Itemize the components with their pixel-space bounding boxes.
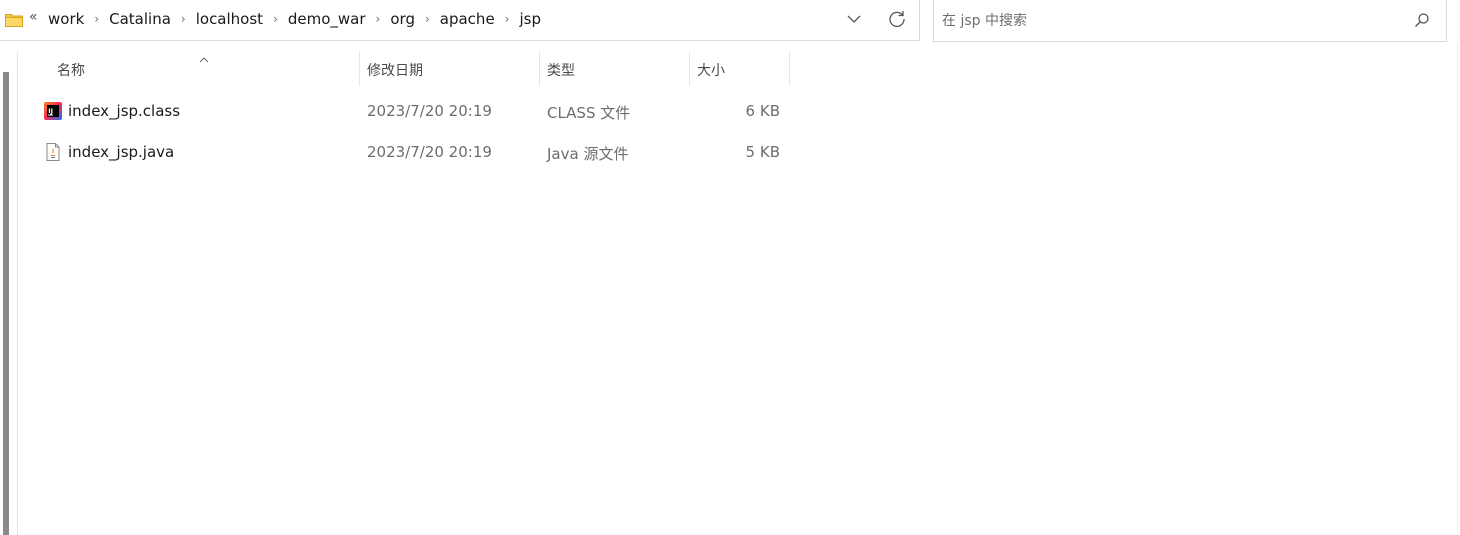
column-header-size[interactable]: 大小 xyxy=(690,52,790,86)
file-date-modified: 2023/7/20 20:19 xyxy=(367,143,492,161)
search-icon[interactable] xyxy=(1414,12,1430,32)
refresh-icon xyxy=(889,11,905,27)
window-right-edge xyxy=(1457,42,1458,535)
java-file-icon xyxy=(43,142,63,166)
breadcrumb: work › Catalina › localhost › demo_war ›… xyxy=(48,10,541,28)
breadcrumb-item-org[interactable]: org xyxy=(390,10,415,28)
search-input[interactable] xyxy=(942,10,1402,32)
file-row[interactable]: index_jsp.java 2023/7/20 20:19 Java 源文件 … xyxy=(40,134,800,170)
breadcrumb-item-jsp[interactable]: jsp xyxy=(519,10,541,28)
breadcrumb-item-catalina[interactable]: Catalina xyxy=(109,10,171,28)
search-box[interactable] xyxy=(933,0,1447,42)
intellij-class-icon: IJ xyxy=(43,101,63,125)
navigation-pane-scrollbar[interactable] xyxy=(0,52,18,535)
breadcrumb-item-localhost[interactable]: localhost xyxy=(196,10,263,28)
chevron-right-icon[interactable]: › xyxy=(376,12,381,26)
chevron-right-icon[interactable]: › xyxy=(425,12,430,26)
chevron-right-icon[interactable]: › xyxy=(94,12,99,26)
column-header-name[interactable]: 名称 xyxy=(50,52,360,86)
file-type: Java 源文件 xyxy=(547,145,629,163)
chevron-right-icon[interactable]: › xyxy=(273,12,278,26)
address-bar[interactable]: « work › Catalina › localhost › demo_war… xyxy=(0,0,920,41)
column-header-date-label: 修改日期 xyxy=(367,63,423,79)
column-header-type[interactable]: 类型 xyxy=(540,52,690,86)
folder-icon xyxy=(5,12,23,31)
column-header-date-modified[interactable]: 修改日期 xyxy=(360,52,540,86)
breadcrumb-item-apache[interactable]: apache xyxy=(440,10,495,28)
svg-text:IJ: IJ xyxy=(48,107,53,115)
file-size: 6 KB xyxy=(745,102,780,120)
chevron-right-icon[interactable]: › xyxy=(181,12,186,26)
breadcrumb-item-work[interactable]: work xyxy=(48,10,84,28)
breadcrumb-item-demo-war[interactable]: demo_war xyxy=(288,10,366,28)
file-row[interactable]: IJ index_jsp.class 2023/7/20 20:19 CLASS… xyxy=(40,93,800,129)
scrollbar-thumb[interactable] xyxy=(3,72,9,535)
column-header-size-label: 大小 xyxy=(697,63,725,79)
file-date-modified: 2023/7/20 20:19 xyxy=(367,102,492,120)
address-history-dropdown-button[interactable] xyxy=(846,11,862,31)
chevron-down-icon xyxy=(847,15,861,23)
file-size: 5 KB xyxy=(745,143,780,161)
refresh-button[interactable] xyxy=(887,9,907,33)
column-header-type-label: 类型 xyxy=(547,63,575,79)
file-name: index_jsp.class xyxy=(68,102,181,120)
chevron-right-icon[interactable]: › xyxy=(505,12,510,26)
file-name: index_jsp.java xyxy=(68,143,175,161)
column-header-name-label: 名称 xyxy=(57,63,85,79)
file-type: CLASS 文件 xyxy=(547,104,631,122)
breadcrumb-overflow-button[interactable]: « xyxy=(29,9,38,25)
